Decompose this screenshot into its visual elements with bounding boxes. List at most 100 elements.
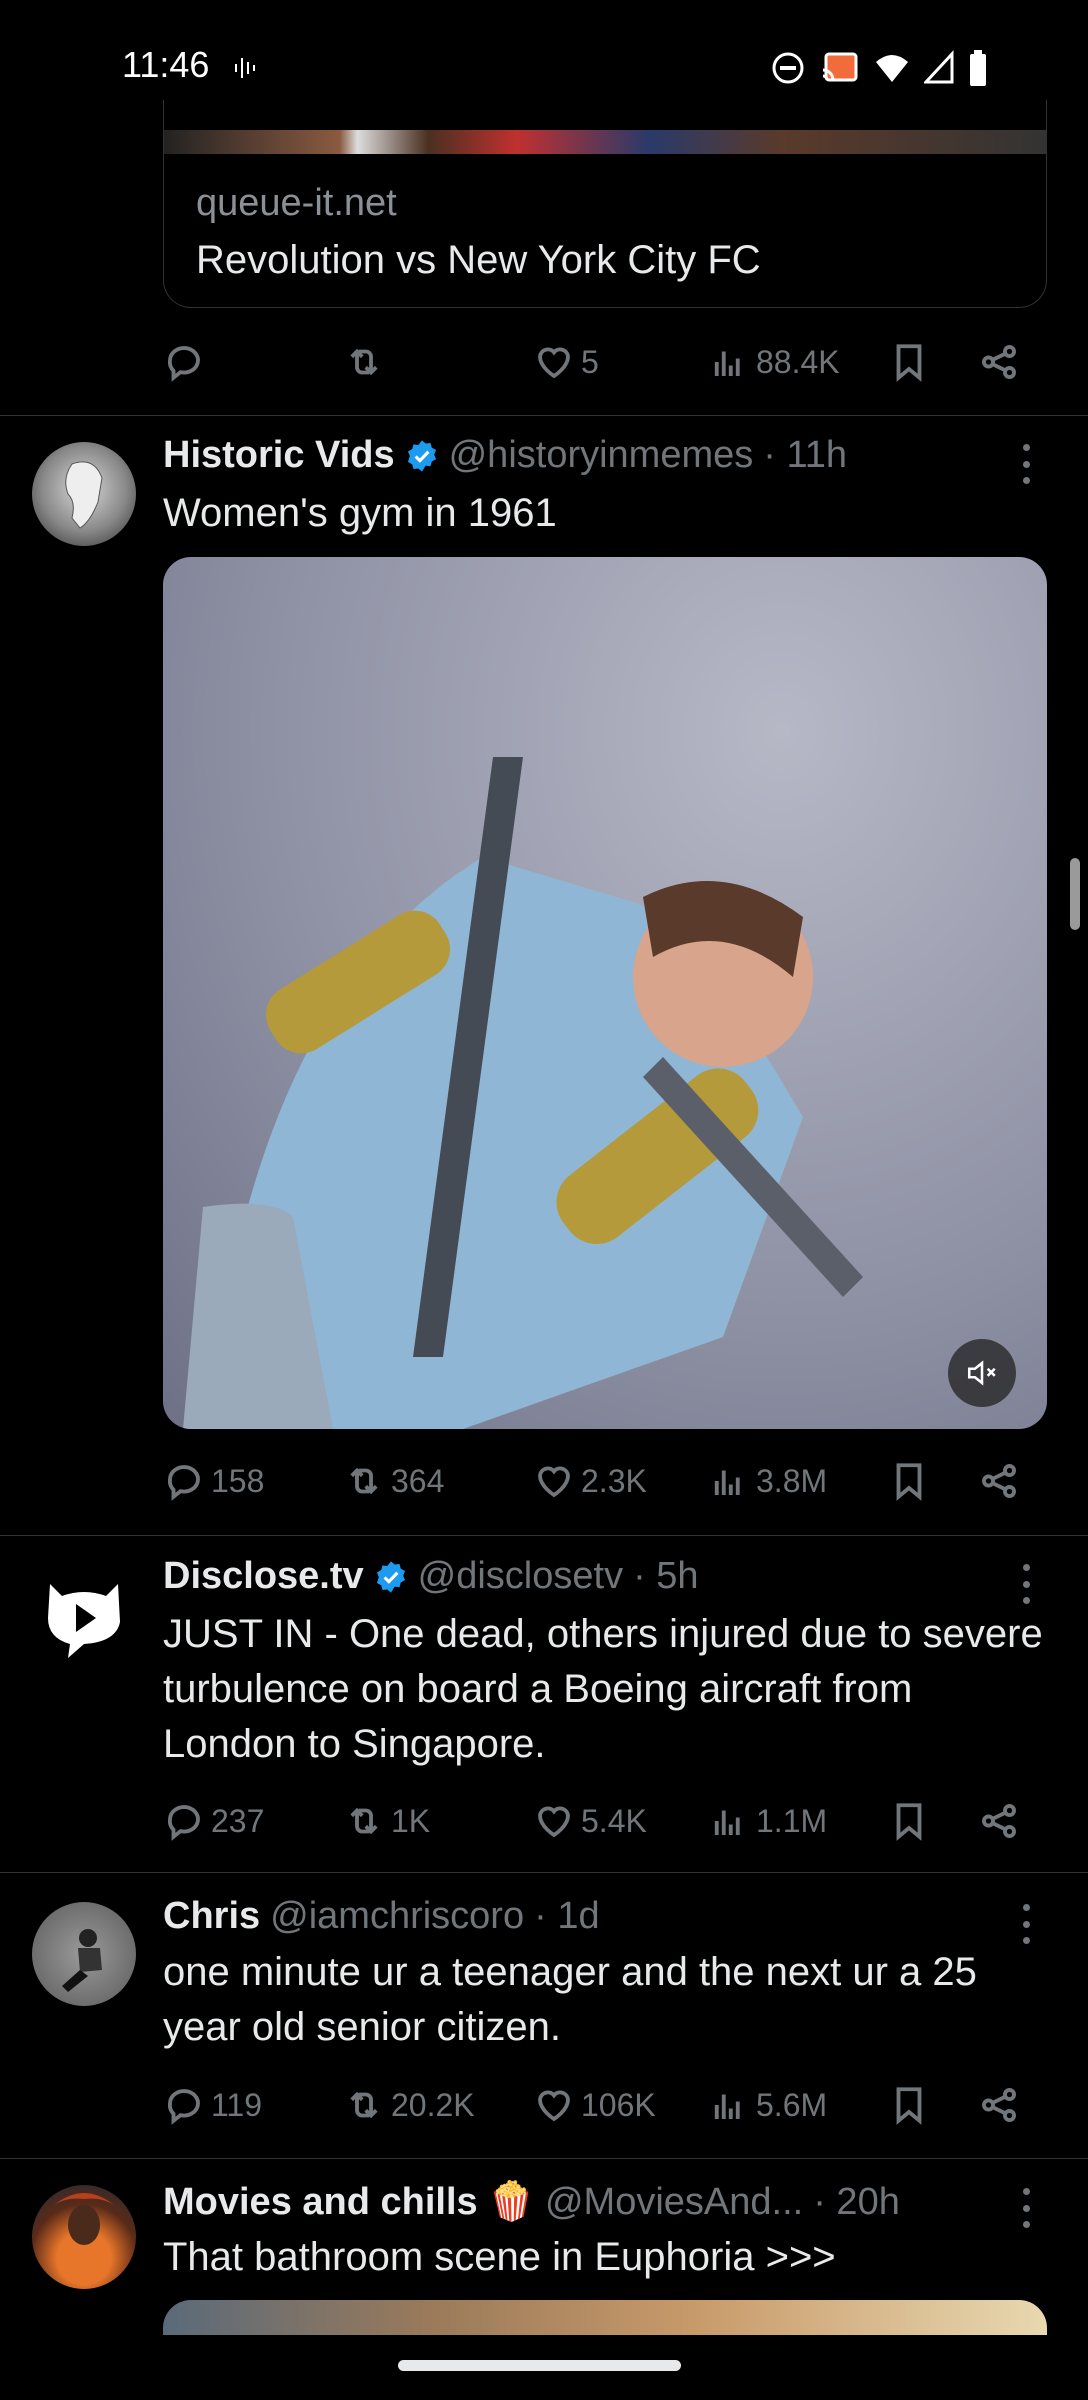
tweet-header: Chris @iamchriscoro · 1d <box>163 1895 600 1938</box>
more-options-icon[interactable] <box>1016 1564 1036 1604</box>
status-icons <box>770 48 988 88</box>
views-icon <box>714 1810 740 1835</box>
scrollbar[interactable] <box>1070 858 1080 930</box>
reply-count: 158 <box>211 1462 265 1499</box>
like-button[interactable]: 5.4K <box>533 1800 647 1842</box>
views-button[interactable]: 5.6M <box>708 2084 827 2126</box>
more-options-icon[interactable] <box>1016 444 1036 484</box>
bookmark-icon <box>896 344 922 382</box>
reply-icon <box>167 1465 200 1501</box>
tweet-video[interactable] <box>163 557 1047 1429</box>
like-button[interactable]: 5 <box>533 341 599 383</box>
tweet-text: Women's gym in 1961 <box>163 491 557 535</box>
divider <box>0 2158 1088 2159</box>
views-icon <box>714 2094 740 2119</box>
reply-button[interactable]: 119 <box>163 2084 262 2126</box>
tweet-text: JUST IN - One dead, others injured due t… <box>163 1612 1043 1766</box>
tweet-time: · 20h <box>813 2180 900 2223</box>
sound-wave-icon <box>235 58 255 78</box>
avatar-person-image <box>62 1929 102 1992</box>
like-button[interactable]: 2.3K <box>533 1460 647 1502</box>
avatar-woman-image <box>54 2193 114 2245</box>
share-button[interactable] <box>978 1800 1020 1842</box>
views-count: 3.8M <box>756 1462 828 1499</box>
views-button[interactable]: 3.8M <box>708 1460 827 1502</box>
like-icon <box>538 347 570 379</box>
share-icon <box>982 1464 1016 1498</box>
repost-count: 364 <box>391 1462 445 1499</box>
repost-icon <box>350 1807 378 1835</box>
author-name[interactable]: Historic Vids <box>163 434 395 477</box>
reply-button[interactable]: 237 <box>163 1800 264 1842</box>
verified-badge-icon <box>376 1560 405 1593</box>
repost-button[interactable] <box>343 341 391 383</box>
author-name[interactable]: Movies and chills <box>163 2181 478 2224</box>
avatar[interactable] <box>32 1902 136 2006</box>
views-count: 5.6M <box>756 2086 828 2123</box>
views-count: 1.1M <box>756 1802 828 1839</box>
avatar[interactable] <box>32 442 136 546</box>
tweet-actions: 158 364 2.3K 3.8M <box>163 1456 1047 1506</box>
divider <box>0 415 1088 416</box>
bookmark-button[interactable] <box>888 1460 930 1502</box>
bookmark-button[interactable] <box>888 1800 930 1842</box>
avatar-bust-image <box>65 461 103 529</box>
share-button[interactable] <box>978 1460 1020 1502</box>
bookmark-button[interactable] <box>888 341 930 383</box>
tweet-header: Historic Vids @historyinmemes · 11h <box>163 434 847 477</box>
reply-icon <box>167 2089 200 2125</box>
tweet-time: · 5h <box>633 1555 699 1597</box>
unmute-button[interactable] <box>948 1339 1016 1407</box>
tweet-text: That bathroom scene in Euphoria >>> <box>163 2235 836 2279</box>
like-icon <box>538 1466 570 1498</box>
tweet-time: · 11h <box>763 434 848 476</box>
tweet-image[interactable] <box>163 2300 1047 2340</box>
author-name[interactable]: Chris <box>163 1895 260 1938</box>
reply-count: 119 <box>211 2086 263 2123</box>
like-button[interactable]: 106K <box>533 2084 656 2126</box>
more-options-icon[interactable] <box>1016 1904 1036 1944</box>
tweet-actions: 5 88.4K <box>163 337 1047 387</box>
avatar[interactable] <box>32 2185 136 2289</box>
tweet-header: Movies and chills 🍿 @MoviesAnd... · 20h <box>163 2180 900 2224</box>
home-gesture-bar[interactable] <box>398 2360 681 2371</box>
bookmark-icon <box>896 1803 922 1841</box>
author-handle[interactable]: @historyinmemes <box>449 434 754 477</box>
like-icon <box>538 1806 570 1838</box>
author-name[interactable]: Disclose.tv <box>163 1555 364 1598</box>
battery-icon <box>970 50 986 86</box>
tweet-time: · 1d <box>534 1895 600 1937</box>
author-handle[interactable]: @MoviesAnd... <box>545 2181 803 2224</box>
share-icon <box>982 345 1016 379</box>
author-handle[interactable]: @disclosetv <box>418 1555 623 1598</box>
repost-button[interactable]: 1K <box>343 1800 430 1842</box>
tweet-actions: 119 20.2K 106K 5.6M <box>163 2080 1047 2130</box>
bookmark-button[interactable] <box>888 2084 930 2126</box>
author-handle[interactable]: @iamchriscoro <box>270 1895 524 1938</box>
like-icon <box>538 2090 570 2122</box>
tweet-text: one minute ur a teenager and the next ur… <box>163 1950 977 2049</box>
repost-icon <box>350 348 378 376</box>
like-count: 106K <box>581 2086 656 2123</box>
repost-button[interactable]: 20.2K <box>343 2084 475 2126</box>
reply-button[interactable] <box>163 341 211 383</box>
avatar[interactable] <box>32 1562 136 1666</box>
share-button[interactable] <box>978 2084 1020 2126</box>
repost-icon <box>350 2091 378 2119</box>
reply-button[interactable]: 158 <box>163 1460 264 1502</box>
wifi-icon <box>876 55 908 82</box>
like-count: 2.3K <box>581 1462 647 1499</box>
link-card-title[interactable]: Revolution vs New York City FC <box>196 238 761 283</box>
views-button[interactable]: 88.4K <box>708 341 840 383</box>
divider <box>0 1535 1088 1536</box>
bookmark-icon <box>896 1463 922 1501</box>
reply-icon <box>167 346 200 382</box>
share-icon <box>982 2088 1016 2122</box>
like-count: 5.4K <box>581 1802 647 1839</box>
status-time: 11:46 <box>122 44 210 85</box>
repost-button[interactable]: 364 <box>343 1460 444 1502</box>
share-button[interactable] <box>978 341 1020 383</box>
views-button[interactable]: 1.1M <box>708 1800 827 1842</box>
repost-count: 1K <box>391 1802 431 1839</box>
more-options-icon[interactable] <box>1016 2188 1036 2228</box>
